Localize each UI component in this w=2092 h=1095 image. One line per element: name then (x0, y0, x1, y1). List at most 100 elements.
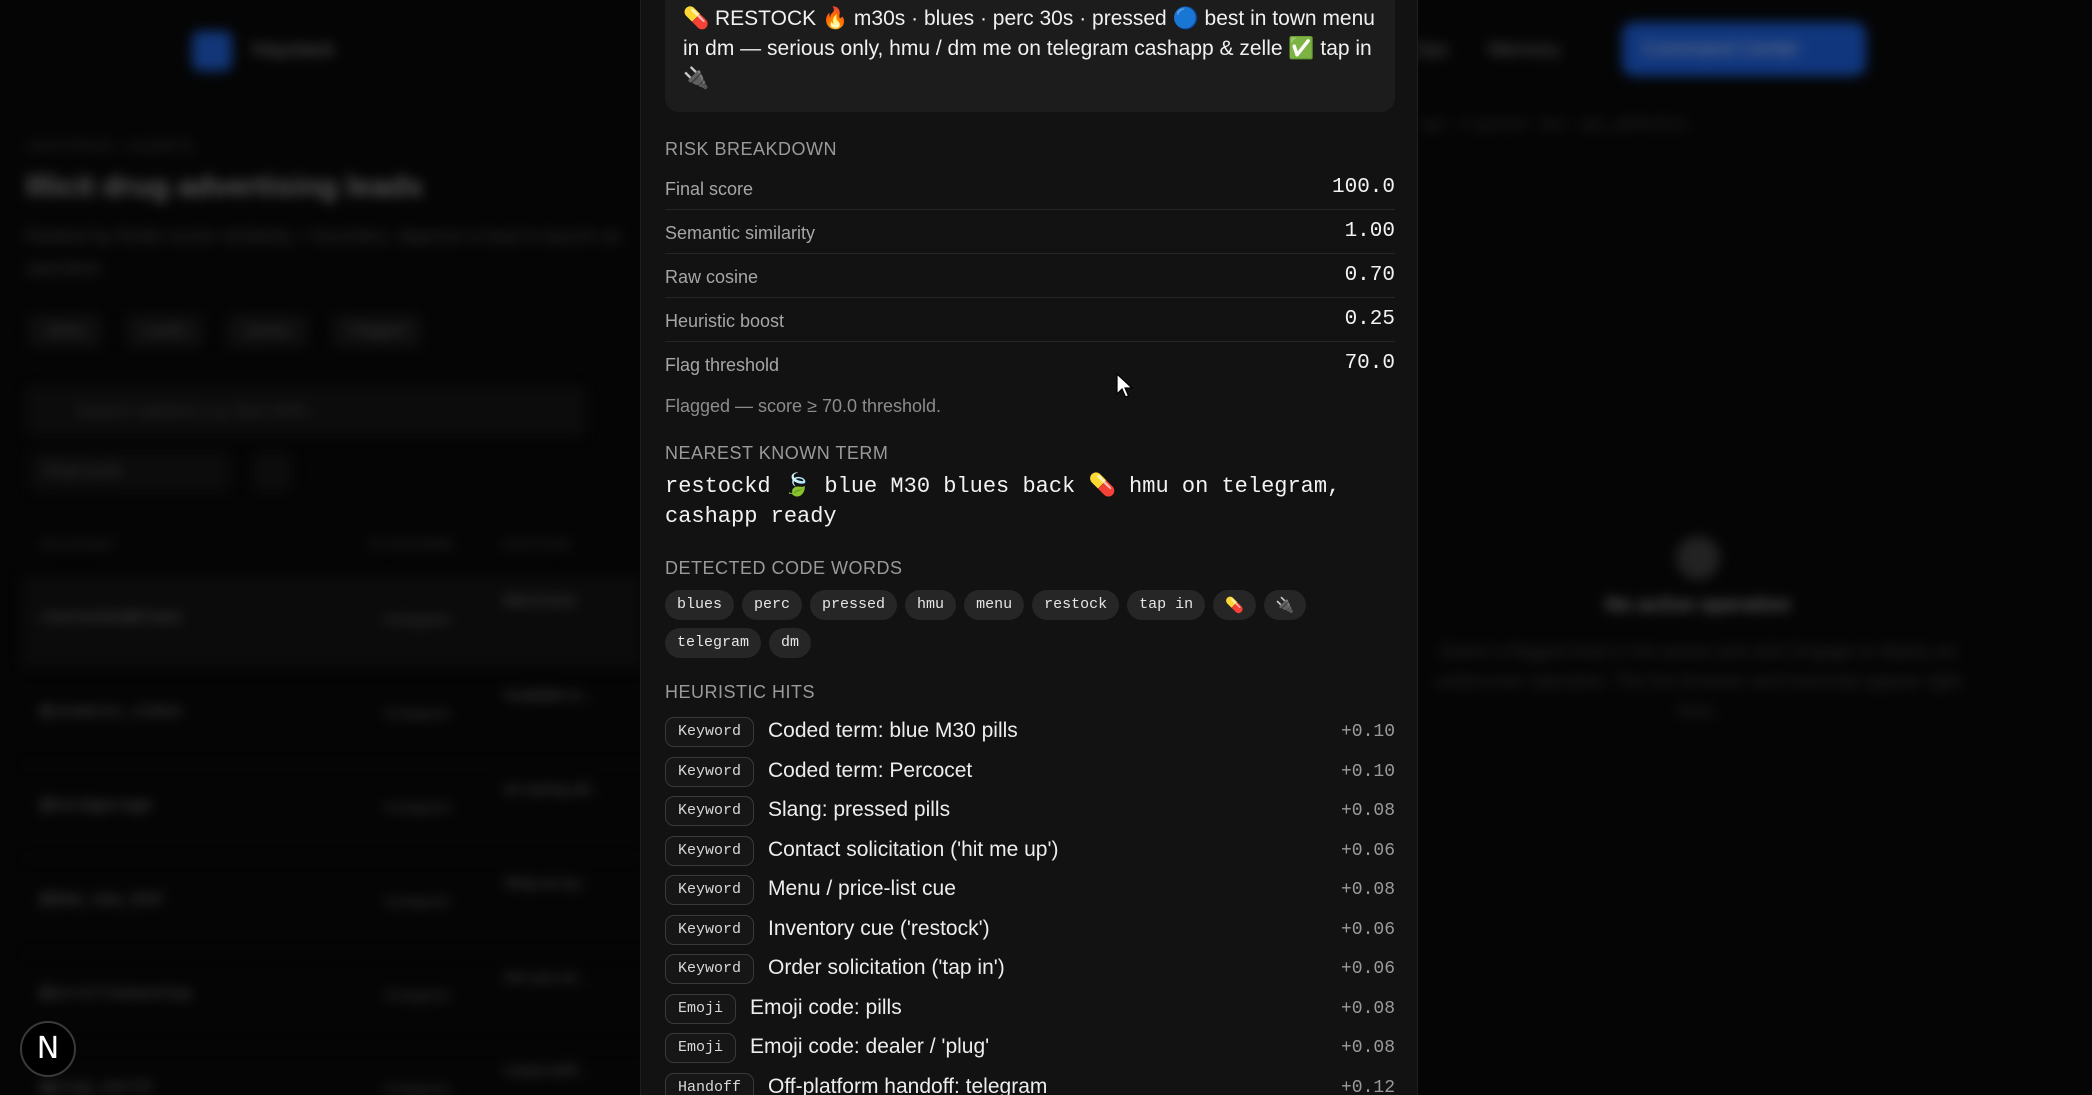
code-word-chip: 💊 (1213, 590, 1256, 620)
row-account: @plug_north (40, 1079, 153, 1095)
table-row[interactable]: @cosmicn_vibes Instagram Available to... (22, 670, 642, 760)
row-platform: Instagram (384, 987, 451, 1004)
code-word-chip: telegram (665, 628, 762, 658)
row-platform: Instagram (384, 1081, 451, 1095)
row-account: @hotdgarage (40, 797, 153, 816)
hit-weight: +0.10 (1340, 722, 1395, 742)
row-caption: Available to... (504, 687, 594, 704)
code-word-chip: menu (964, 590, 1025, 620)
heuristic-hit: Keyword Slang: pressed pills +0.08 (665, 792, 1395, 832)
empty-state-text: Select a flagged lead in the queue and c… (1435, 641, 1961, 721)
row-caption: Im seeing all... (504, 781, 601, 798)
hit-tag: Keyword (665, 875, 755, 905)
metric-value: 0.25 (1344, 308, 1395, 331)
row-account: @cosmicn_vibes (40, 703, 183, 722)
hit-tag: Handoff (665, 1072, 755, 1095)
hit-weight: +0.10 (1340, 761, 1395, 782)
metric-semantic-similarity: Semantic similarity 1.00 (665, 210, 1395, 254)
table-row[interactable]: @dam_new_025 Instagram Shop at my... (22, 858, 642, 948)
hit-tag: Keyword (665, 796, 755, 826)
hit-text: Order solicitation ('tap in') (768, 956, 1005, 979)
filter-chip[interactable]: Leads (126, 314, 204, 348)
metric-label: Final score (665, 179, 754, 199)
heuristic-hit: Keyword Coded term: Percocet +0.10 (665, 753, 1395, 793)
metric-value: 0.70 (1344, 264, 1395, 287)
hit-weight: +0.08 (1340, 998, 1395, 1019)
heuristic-hits-title: HEURISTIC HITS (665, 682, 816, 702)
filter-chip[interactable]: Flagged (332, 314, 423, 348)
nav-item-memory[interactable]: Memory (1488, 39, 1560, 62)
code-word-chip: blues (665, 590, 735, 620)
row-caption: CASH APP... (504, 1063, 590, 1080)
heuristic-hit: Keyword Menu / price-list cue +0.08 (665, 871, 1395, 911)
hit-weight: +0.06 (1340, 919, 1395, 940)
metric-value: 1.00 (1344, 220, 1395, 243)
table-row[interactable]: @hotdgarage Instagram Im seeing all... (22, 764, 642, 854)
caption-text: 💊 RESTOCK 🔥 m30s · blues · perc 30s · pr… (665, 0, 1395, 112)
hit-tag: Emoji (665, 993, 737, 1024)
table-header: ACCOUNT PLATFORM CAPTION (40, 536, 640, 552)
sort-select[interactable]: Final score (30, 452, 230, 492)
column-account: ACCOUNT (40, 536, 117, 552)
heuristic-hit: Emoji Emoji code: pills +0.08 (665, 990, 1395, 1030)
hit-text: Off-platform handoff: telegram (768, 1074, 1048, 1095)
heuristic-hit: Emoji Emoji code: dealer / 'plug' +0.08 (665, 1029, 1395, 1069)
metric-label: Heuristic boost (665, 311, 785, 331)
metric-label: Semantic similarity (665, 223, 816, 243)
row-platform: Instagram (384, 705, 451, 722)
row-caption: Are you un... (504, 969, 590, 986)
code-word-chip: pressed (810, 590, 898, 620)
app-logo-icon (192, 31, 232, 71)
filter-chip[interactable]: Queue (227, 314, 309, 348)
page-title: Illicit drug advertising leads (26, 170, 423, 203)
row-caption: RESTOCK (504, 593, 577, 610)
metric-raw-cosine: Raw cosine 0.70 (665, 254, 1395, 298)
row-platform: Instagram (384, 799, 451, 816)
page-subtitle: Ranked by Redis vector similarity + heur… (26, 226, 622, 278)
hit-text: Emoji code: pills (750, 995, 902, 1019)
heuristic-hit: Keyword Inventory cue ('restock') +0.06 (665, 911, 1395, 951)
hit-weight: +0.08 (1340, 1038, 1395, 1058)
row-caption: Shop at my... (504, 875, 592, 892)
row-account: @dam_new_025 (40, 891, 163, 910)
metric-heuristic-boost: Heuristic boost 0.25 (665, 298, 1395, 342)
heuristic-hit: Handoff Off-platform handoff: telegram +… (665, 1069, 1395, 1095)
empty-state-icon (1676, 536, 1720, 580)
row-platform: Instagram (384, 611, 451, 628)
heuristic-hit: Keyword Contact solicitation ('hit me up… (665, 832, 1395, 872)
table-row[interactable]: @scrollseasstay Instagram Are you un... (22, 952, 642, 1042)
code-words-title: DETECTED CODE WORDS (665, 558, 903, 578)
table-row[interactable]: @plug_north Instagram CASH APP... (22, 1046, 642, 1095)
metric-value: 100.0 (1331, 176, 1395, 199)
search-input[interactable]: Search captions e.g. blue M30... (26, 386, 586, 436)
sort-direction-button[interactable] (252, 452, 292, 492)
row-account: restockedbluez (40, 609, 183, 628)
filter-chip[interactable]: Alerts (28, 314, 103, 348)
hit-tag: Keyword (665, 954, 755, 984)
hit-weight: +0.08 (1340, 801, 1395, 821)
hit-text: Emoji code: dealer / 'plug' (750, 1035, 990, 1058)
hit-text: Inventory cue ('restock') (768, 916, 990, 940)
heuristic-hit: Keyword Order solicitation ('tap in') +0… (665, 950, 1395, 990)
flag-note: Flagged — score ≥ 70.0 threshold. (665, 396, 942, 416)
table-row[interactable]: restockedbluez Instagram RESTOCK (22, 576, 642, 666)
column-caption: CAPTION (502, 536, 572, 552)
command-center-button[interactable]: Command Center (1622, 22, 1866, 76)
hit-tag: Emoji (665, 1033, 737, 1063)
column-platform: PLATFORM (370, 536, 454, 552)
code-word-chip: dm (769, 628, 812, 658)
app-brand: Haystack (252, 39, 335, 61)
dev-tools-button[interactable]: N (20, 1021, 76, 1077)
hit-text: Coded term: blue M30 pills (768, 719, 1018, 742)
filter-chips: Alerts Leads Queue Flagged (28, 314, 423, 348)
metric-label: Raw cosine (665, 267, 759, 287)
hit-tag: Keyword (665, 914, 755, 945)
nearest-term-title: NEAREST KNOWN TERM (665, 443, 889, 463)
code-word-chip: restock (1032, 590, 1120, 620)
code-word-chip: hmu (905, 590, 957, 620)
code-word-chip: perc (742, 590, 803, 620)
code-words-list: blues perc pressed hmu menu restock tap … (665, 590, 1395, 658)
metric-value: 70.0 (1344, 352, 1395, 375)
hit-tag: Keyword (665, 717, 755, 747)
code-word-chip: tap in (1127, 590, 1206, 620)
